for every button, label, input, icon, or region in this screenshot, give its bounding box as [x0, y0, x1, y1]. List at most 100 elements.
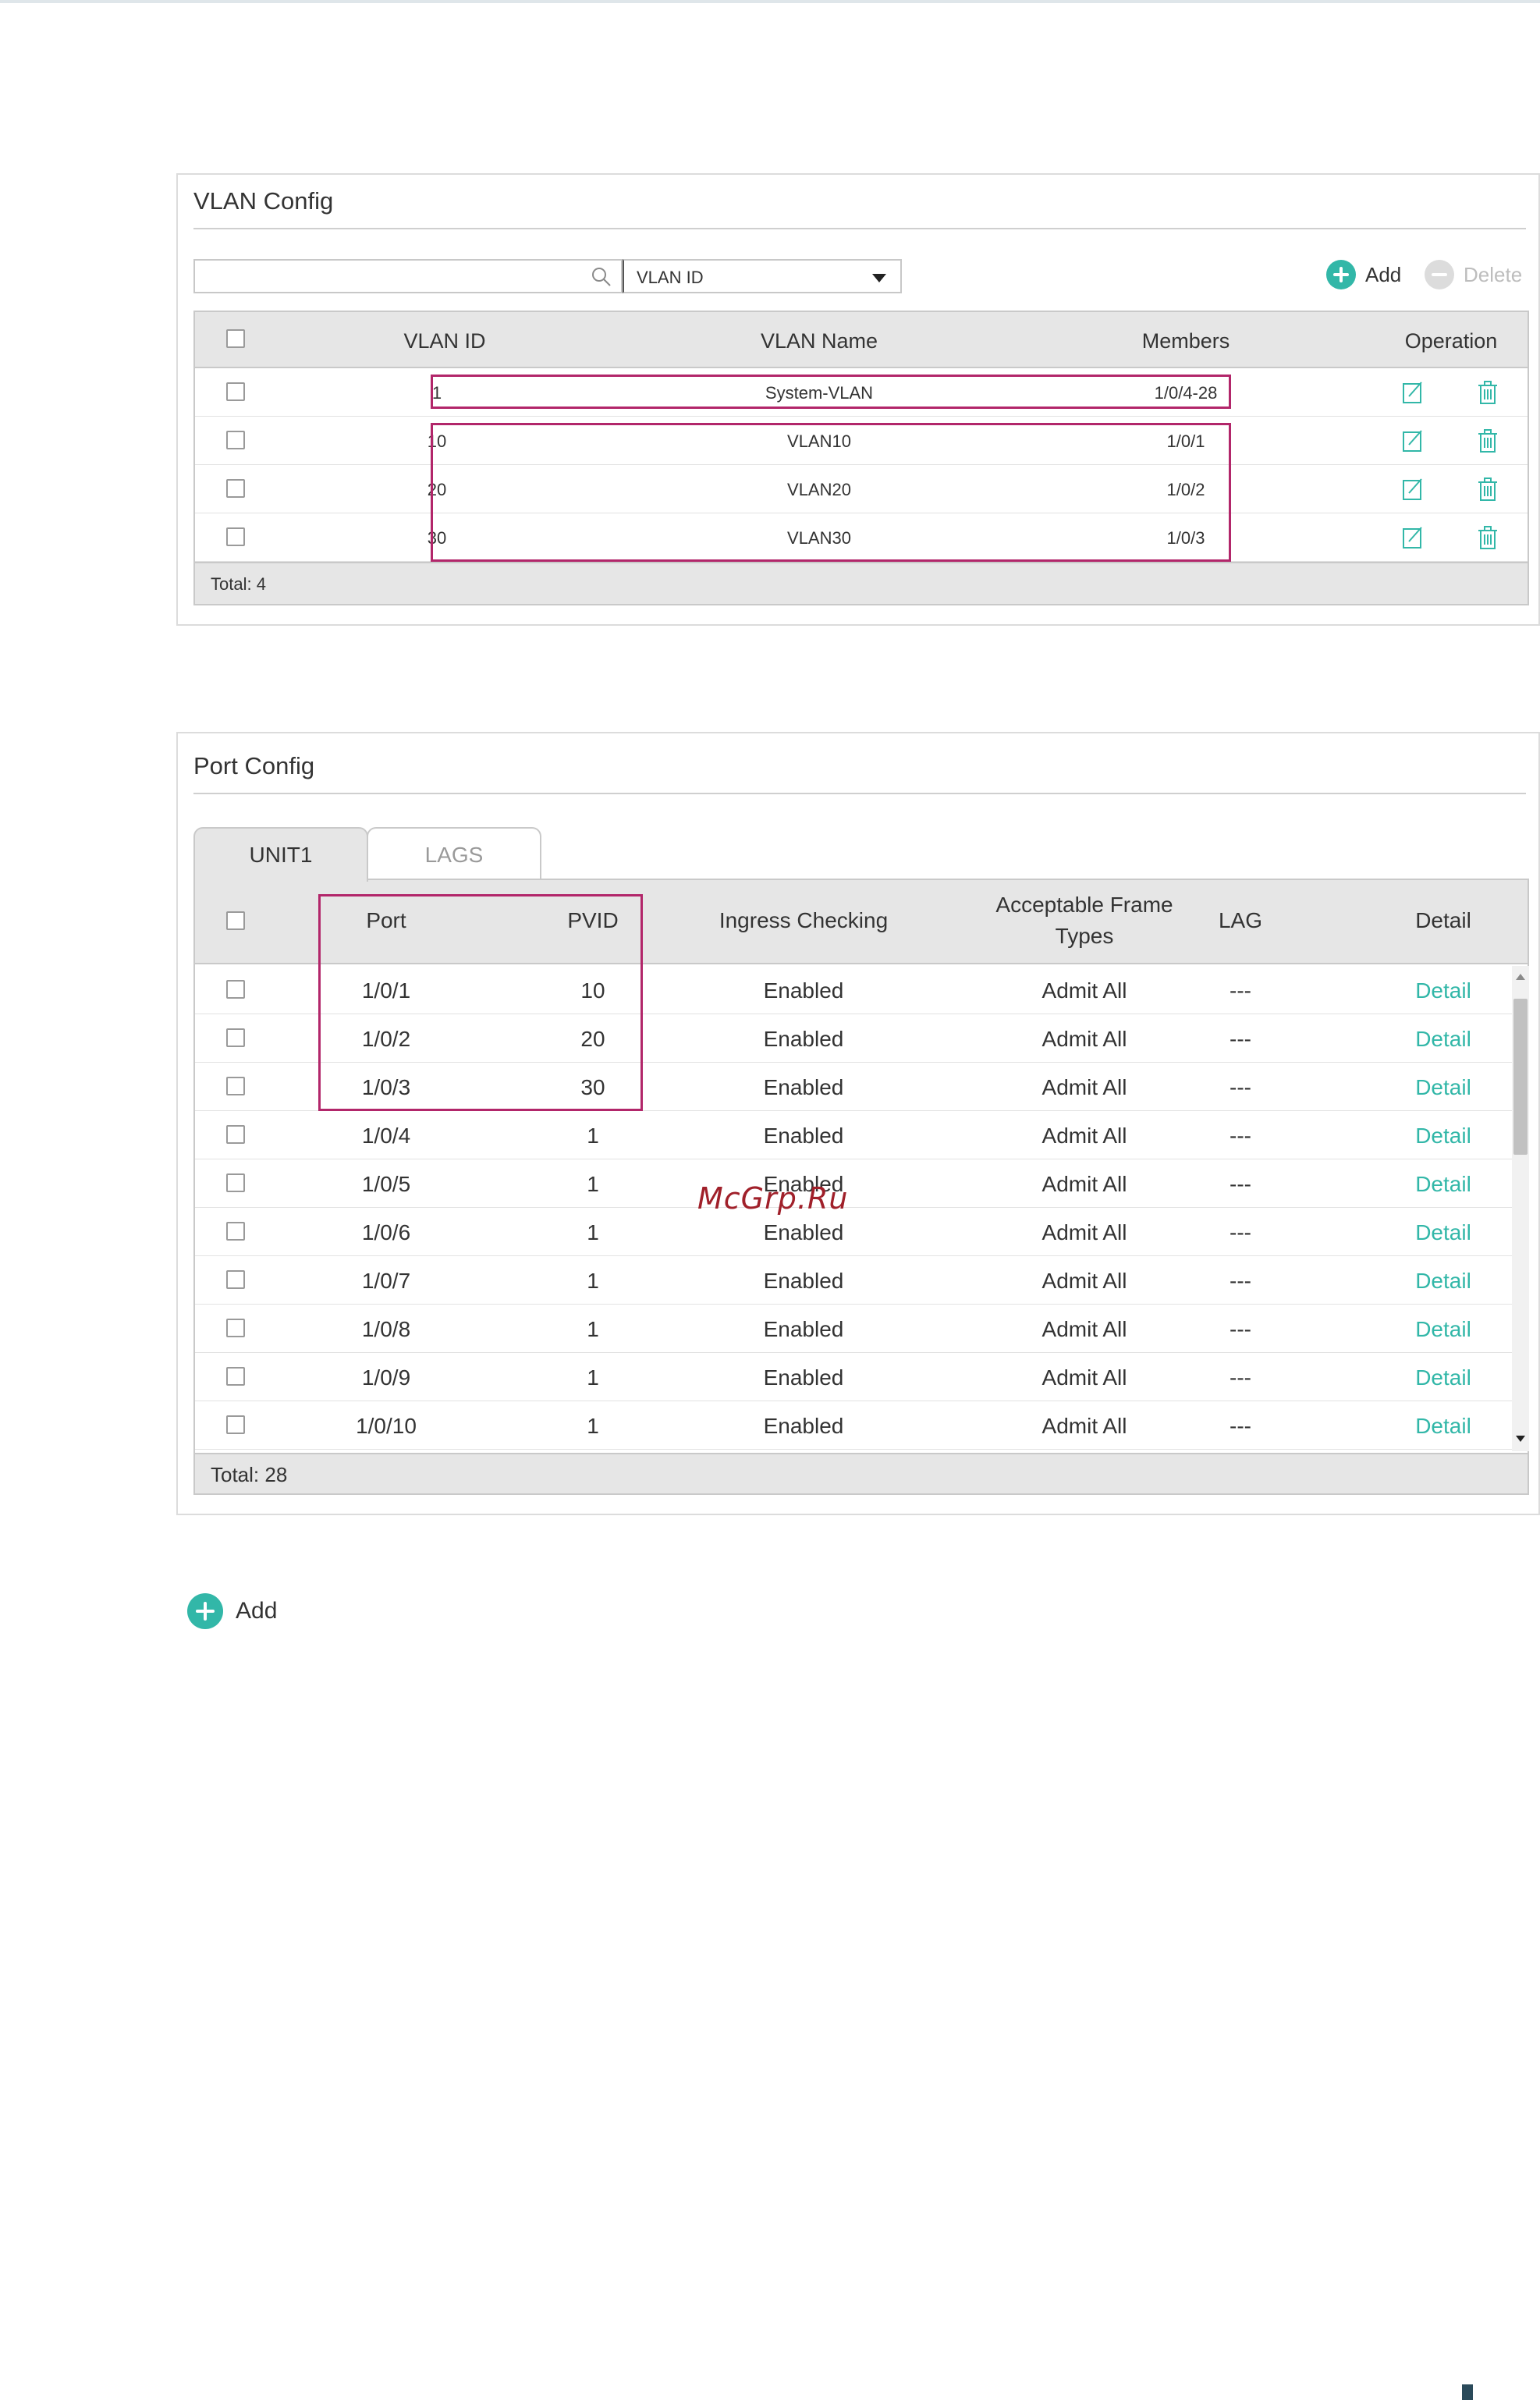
- pvid-cell: 10: [580, 978, 605, 1003]
- add-button-label: Add: [1365, 262, 1402, 286]
- scroll-thumb[interactable]: [1513, 999, 1528, 1155]
- col-vlan-name[interactable]: VLAN Name: [726, 329, 913, 353]
- row-checkbox[interactable]: [226, 1125, 245, 1144]
- add-button[interactable]: Add: [1326, 257, 1401, 292]
- trash-icon[interactable]: [1474, 379, 1501, 406]
- pvid-cell: 1: [587, 1269, 599, 1293]
- port-config-panel: Port Config UNIT1 LAGS Port PVID Ingress…: [176, 732, 1540, 1515]
- col-ingress-checking[interactable]: Ingress Checking: [679, 905, 928, 936]
- vlan-config-title: VLAN Config: [193, 187, 334, 215]
- select-all-checkbox[interactable]: [226, 329, 245, 348]
- row-checkbox[interactable]: [226, 382, 245, 401]
- edit-icon[interactable]: [1400, 379, 1426, 406]
- col-vlan-id[interactable]: VLAN ID: [382, 329, 507, 353]
- filter-select[interactable]: VLAN ID: [623, 259, 902, 293]
- ingress-cell: Enabled: [763, 1027, 844, 1051]
- search-icon[interactable]: [590, 265, 613, 289]
- vlan-id-cell: 20: [427, 480, 447, 499]
- port-cell: 1/0/3: [361, 1075, 411, 1099]
- scroll-down-icon[interactable]: [1516, 1436, 1525, 1442]
- plus-circle-icon: [187, 1593, 223, 1629]
- col-port[interactable]: Port: [332, 905, 441, 936]
- pvid-cell: 1: [587, 1414, 599, 1438]
- detail-link[interactable]: Detail: [1365, 1269, 1521, 1294]
- title-divider: [193, 793, 1526, 794]
- lag-cell: ---: [1230, 1317, 1251, 1341]
- lag-cell: ---: [1230, 1414, 1251, 1438]
- select-all-checkbox[interactable]: [226, 911, 245, 930]
- detail-link[interactable]: Detail: [1365, 1075, 1521, 1100]
- detail-link[interactable]: Detail: [1365, 1220, 1521, 1245]
- lag-cell: ---: [1230, 1124, 1251, 1148]
- tab-unit1[interactable]: UNIT1: [193, 827, 368, 882]
- ingress-cell: Enabled: [763, 1414, 844, 1438]
- trash-icon[interactable]: [1474, 524, 1501, 551]
- port-table-footer: Total: 28: [195, 1453, 1528, 1493]
- col-lag[interactable]: LAG: [1162, 905, 1318, 936]
- pvid-cell: 1: [587, 1220, 599, 1244]
- row-checkbox[interactable]: [226, 1367, 245, 1386]
- detail-link[interactable]: Detail: [1365, 1365, 1521, 1390]
- search-input[interactable]: [195, 261, 577, 292]
- row-checkbox[interactable]: [226, 1028, 245, 1047]
- detail-link[interactable]: Detail: [1365, 1172, 1521, 1197]
- table-row: 1/0/4 1 Enabled Admit All --- Detail: [195, 1111, 1515, 1159]
- row-checkbox[interactable]: [226, 1319, 245, 1337]
- row-checkbox[interactable]: [226, 1173, 245, 1192]
- edit-icon[interactable]: [1400, 524, 1426, 551]
- port-cell: 1/0/9: [361, 1365, 411, 1390]
- edit-icon[interactable]: [1400, 476, 1426, 502]
- row-checkbox[interactable]: [226, 479, 245, 498]
- lag-cell: ---: [1230, 1027, 1251, 1051]
- vlan-name-cell: VLAN30: [787, 528, 851, 548]
- detail-link[interactable]: Detail: [1365, 1414, 1521, 1439]
- pvid-cell: 1: [587, 1365, 599, 1390]
- detail-link[interactable]: Detail: [1365, 1124, 1521, 1149]
- row-checkbox[interactable]: [226, 1077, 245, 1095]
- port-config-title: Port Config: [193, 752, 315, 779]
- table-row: 1/0/1 10 Enabled Admit All --- Detail: [195, 966, 1515, 1014]
- table-row: 1/0/2 20 Enabled Admit All --- Detail: [195, 1014, 1515, 1063]
- vlan-name-cell: System-VLAN: [765, 383, 874, 403]
- trash-icon[interactable]: [1474, 476, 1501, 502]
- detail-link[interactable]: Detail: [1365, 978, 1521, 1003]
- row-checkbox[interactable]: [226, 1415, 245, 1434]
- row-checkbox[interactable]: [226, 431, 245, 449]
- table-row: 1/0/8 1 Enabled Admit All --- Detail: [195, 1305, 1515, 1353]
- row-checkbox[interactable]: [226, 980, 245, 999]
- scroll-up-icon[interactable]: [1516, 974, 1525, 980]
- trash-icon[interactable]: [1474, 428, 1501, 454]
- edit-icon[interactable]: [1400, 428, 1426, 454]
- row-checkbox[interactable]: [226, 1222, 245, 1241]
- vlan-table-footer: Total: 4: [195, 562, 1528, 604]
- row-checkbox[interactable]: [226, 527, 245, 546]
- table-row: 20 VLAN20 1/0/2: [195, 465, 1528, 513]
- detail-link[interactable]: Detail: [1365, 1317, 1521, 1342]
- pvid-cell: 1: [587, 1172, 599, 1196]
- port-cell: 1/0/8: [361, 1317, 411, 1341]
- port-cell: 1/0/4: [361, 1124, 411, 1148]
- scrollbar[interactable]: [1512, 966, 1529, 1451]
- vlan-config-panel: VLAN Config VLAN ID Add Delete VLAN ID V…: [176, 173, 1540, 626]
- pvid-cell: 20: [580, 1027, 605, 1051]
- vlan-table: VLAN ID VLAN Name Members Operation 1 Sy…: [193, 311, 1529, 605]
- members-cell: 1/0/4-28: [1154, 383, 1218, 403]
- delete-button[interactable]: Delete: [1425, 257, 1522, 292]
- bottom-add-button[interactable]: Add: [187, 1593, 277, 1629]
- page-corner-mark: [1462, 2384, 1473, 2400]
- table-row: 1/0/9 1 Enabled Admit All --- Detail: [195, 1353, 1515, 1401]
- row-checkbox[interactable]: [226, 1270, 245, 1289]
- port-cell: 1/0/6: [361, 1220, 411, 1244]
- ingress-cell: Enabled: [763, 1124, 844, 1148]
- port-table-header: Port PVID Ingress Checking Acceptable Fr…: [195, 880, 1528, 964]
- table-row: 30 VLAN30 1/0/3: [195, 513, 1528, 562]
- tab-lags[interactable]: LAGS: [367, 827, 541, 882]
- col-members[interactable]: Members: [1108, 329, 1264, 353]
- plus-circle-icon: [1326, 260, 1356, 289]
- col-pvid[interactable]: PVID: [538, 905, 648, 936]
- lag-cell: ---: [1230, 978, 1251, 1003]
- ingress-cell: Enabled: [763, 1075, 844, 1099]
- lag-cell: ---: [1230, 1172, 1251, 1196]
- vlan-id-cell: 10: [427, 431, 447, 451]
- detail-link[interactable]: Detail: [1365, 1027, 1521, 1052]
